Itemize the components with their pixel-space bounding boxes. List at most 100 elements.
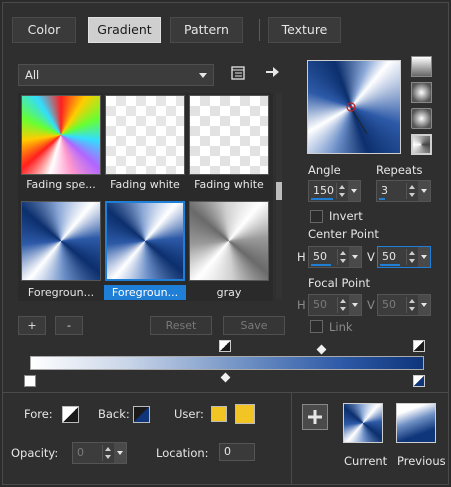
focal-point-label: Focal Point (308, 276, 371, 290)
link-checkbox[interactable] (310, 320, 323, 333)
gradient-bar[interactable] (30, 356, 424, 370)
tab-texture[interactable]: Texture (268, 17, 341, 43)
center-v-progress (380, 264, 400, 266)
center-point-label: Center Point (308, 227, 379, 241)
center-h-label: H (297, 250, 306, 264)
opacity-field[interactable]: 0 (72, 442, 127, 464)
color-stop-marker[interactable] (413, 375, 425, 387)
divider (291, 393, 292, 484)
link-label: Link (329, 320, 353, 334)
thumbnail-label: gray (216, 286, 242, 299)
spinner-arrows[interactable] (102, 445, 113, 461)
save-button[interactable]: Save (223, 316, 285, 335)
gradient-thumbnail[interactable] (105, 95, 185, 175)
repeats-field[interactable]: 3 (376, 180, 431, 202)
dropdown-arrow[interactable] (418, 181, 430, 201)
location-field[interactable]: 0 (219, 443, 255, 461)
gradient-gallery: Fading spe... Fading white Fading white … (18, 93, 273, 301)
center-h-progress (311, 264, 331, 266)
tab-divider (259, 19, 260, 41)
center-v-label: V (367, 250, 375, 264)
repeats-label: Repeats (376, 163, 423, 177)
previous-gradient-swatch[interactable] (396, 403, 436, 443)
repeats-value: 3 (381, 184, 388, 197)
category-dropdown[interactable]: All (18, 64, 214, 86)
thumbnail-label: Fading white (194, 178, 264, 191)
dropdown-arrow[interactable] (418, 247, 430, 267)
center-h-value: 50 (313, 250, 327, 263)
gradient-thumbnail[interactable] (189, 201, 269, 281)
spinner-arrows[interactable] (337, 297, 348, 313)
rectangular-style-button[interactable] (411, 108, 432, 129)
back-label: Back: (98, 407, 130, 421)
dropdown-arrow[interactable] (418, 295, 430, 315)
radial-style-button[interactable] (411, 82, 432, 103)
invert-label: Invert (329, 209, 363, 223)
thumbnail-label: Fading white (110, 178, 180, 191)
arrow-right-icon[interactable] (264, 64, 280, 80)
opacity-value: 0 (77, 446, 84, 459)
tab-bar: Color Gradient Pattern Texture (12, 17, 440, 45)
color-stop-marker[interactable] (413, 340, 425, 352)
focal-v-field[interactable]: 50 (377, 294, 431, 316)
center-h-field[interactable]: 50 (308, 246, 362, 268)
linear-style-button[interactable] (411, 56, 432, 77)
spinner-arrows[interactable] (406, 249, 417, 265)
tab-pattern[interactable]: Pattern (170, 17, 243, 43)
gradient-thumbnail-selected[interactable] (105, 201, 185, 281)
add-button[interactable]: + (18, 316, 46, 335)
color-stop-marker[interactable] (24, 375, 36, 387)
angle-value: 150 (313, 184, 334, 197)
divider (2, 392, 449, 393)
angle-label: Angle (308, 163, 341, 177)
center-v-value: 50 (382, 250, 396, 263)
focal-v-value: 50 (382, 298, 396, 311)
center-v-field[interactable]: 50 (377, 246, 431, 268)
gradient-thumbnail[interactable] (189, 95, 269, 175)
current-label: Current (344, 454, 388, 468)
back-swatch[interactable] (133, 406, 150, 423)
focal-h-label: H (297, 298, 306, 312)
focal-h-field[interactable]: 50 (308, 294, 362, 316)
color-stop-marker[interactable] (219, 340, 231, 352)
add-preset-button[interactable] (302, 404, 328, 430)
gradient-thumbnail[interactable] (21, 201, 101, 281)
user-swatch[interactable] (211, 406, 227, 422)
invert-checkbox[interactable] (310, 210, 323, 223)
dropdown-arrow[interactable] (114, 443, 126, 463)
user-color-swatch[interactable] (235, 404, 255, 424)
scrollbar-thumb[interactable] (276, 182, 282, 200)
previous-label: Previous (397, 454, 446, 468)
location-label: Location: (156, 446, 209, 460)
category-dropdown-value: All (25, 68, 40, 82)
current-gradient-swatch[interactable] (343, 403, 383, 443)
angle-field[interactable]: 150 (308, 180, 361, 202)
spinner-arrows[interactable] (406, 183, 417, 199)
dropdown-arrow[interactable] (349, 247, 361, 267)
sunburst-style-button[interactable] (411, 134, 432, 155)
repeats-progress (379, 198, 385, 200)
fore-swatch[interactable] (62, 406, 79, 423)
reset-button[interactable]: Reset (150, 316, 212, 335)
chevron-down-icon (199, 73, 207, 78)
thumbnail-label: Foregroun... (27, 286, 95, 299)
focal-h-value: 50 (313, 298, 327, 311)
library-icon[interactable] (230, 65, 246, 81)
tab-gradient[interactable]: Gradient (88, 17, 161, 43)
remove-button[interactable]: - (55, 316, 83, 335)
dropdown-arrow[interactable] (348, 181, 360, 201)
fore-label: Fore: (24, 407, 53, 421)
thumbnail-label: Foregroun... (104, 285, 186, 300)
opacity-label: Opacity: (11, 446, 59, 460)
spinner-arrows[interactable] (337, 249, 348, 265)
angle-handle[interactable] (340, 96, 380, 142)
spinner-arrows[interactable] (336, 183, 347, 199)
user-label: User: (174, 407, 204, 421)
dropdown-arrow[interactable] (349, 295, 361, 315)
focal-v-label: V (367, 298, 375, 312)
gradient-thumbnail[interactable] (21, 95, 101, 175)
spinner-arrows[interactable] (406, 297, 417, 313)
tab-color[interactable]: Color (12, 17, 76, 43)
angle-progress (311, 198, 333, 200)
thumbnail-label: Fading spe... (26, 178, 96, 191)
